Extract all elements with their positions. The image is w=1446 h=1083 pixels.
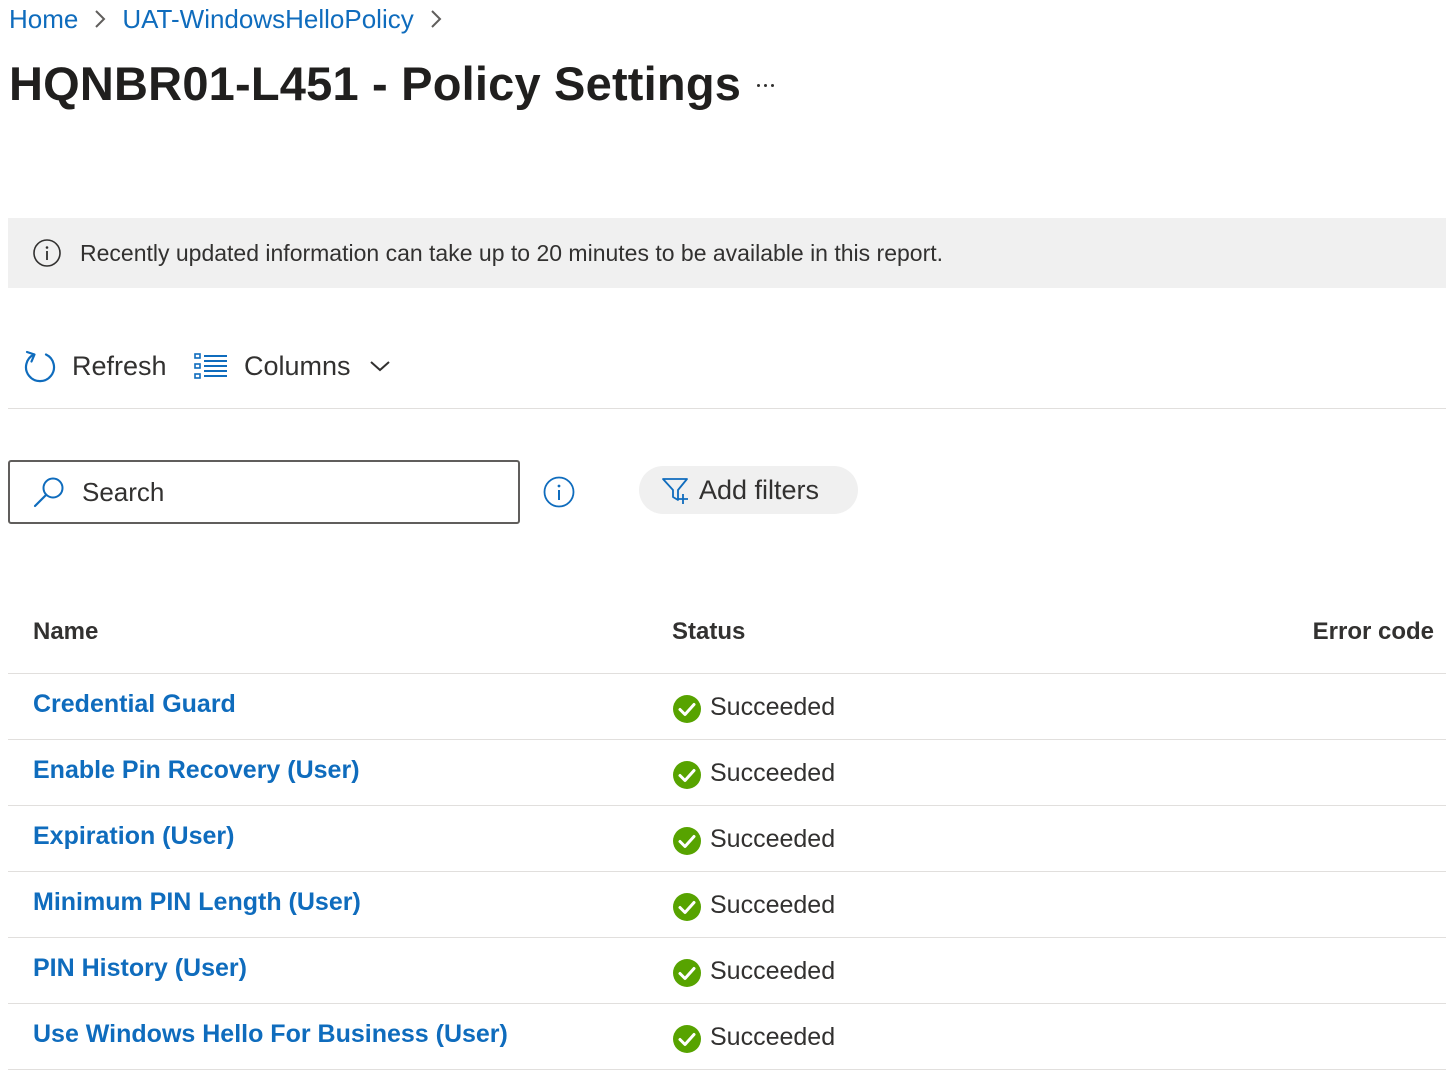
status-text: Succeeded bbox=[710, 890, 836, 919]
filter-add-icon bbox=[662, 478, 688, 504]
columns-label: Columns bbox=[244, 350, 351, 381]
chevron-right-icon bbox=[78, 8, 122, 30]
search-icon bbox=[33, 477, 64, 508]
column-header-name[interactable]: Name bbox=[33, 618, 98, 646]
breadcrumb-policy[interactable]: UAT-WindowsHelloPolicy bbox=[122, 4, 413, 35]
table-row[interactable]: Enable Pin Recovery (User) Succeeded bbox=[8, 740, 1446, 806]
status-cell: Succeeded bbox=[672, 954, 835, 988]
setting-name-link[interactable]: Minimum PIN Length (User) bbox=[33, 888, 361, 917]
refresh-button[interactable]: Refresh bbox=[22, 344, 167, 388]
success-check-icon bbox=[673, 959, 701, 987]
chevron-right-icon bbox=[414, 8, 458, 30]
column-header-status[interactable]: Status bbox=[672, 618, 745, 646]
setting-name-link[interactable]: Expiration (User) bbox=[33, 822, 234, 851]
status-cell: Succeeded bbox=[672, 822, 835, 856]
success-check-icon bbox=[673, 827, 701, 855]
info-banner: Recently updated information can take up… bbox=[8, 218, 1446, 288]
setting-name-link[interactable]: Use Windows Hello For Business (User) bbox=[33, 1020, 508, 1049]
refresh-icon bbox=[24, 350, 56, 383]
column-header-error-code[interactable]: Error code bbox=[1313, 618, 1434, 646]
status-text: Succeeded bbox=[710, 1022, 836, 1051]
breadcrumb-home[interactable]: Home bbox=[9, 4, 78, 35]
page-title: HQNBR01-L451 - Policy Settings bbox=[9, 57, 742, 110]
columns-button[interactable]: Columns bbox=[194, 344, 391, 388]
info-icon bbox=[33, 239, 61, 267]
status-cell: Succeeded bbox=[672, 756, 835, 790]
search-box[interactable] bbox=[8, 460, 520, 524]
table-header: Name Status Error code bbox=[8, 590, 1446, 674]
policy-settings-table: Name Status Error code Credential Guard S… bbox=[8, 590, 1446, 1070]
setting-name-link[interactable]: Credential Guard bbox=[33, 690, 236, 719]
search-input[interactable] bbox=[82, 476, 482, 508]
success-check-icon bbox=[673, 695, 701, 723]
table-row[interactable]: Minimum PIN Length (User) Succeeded bbox=[8, 872, 1446, 938]
refresh-label: Refresh bbox=[72, 350, 167, 381]
table-row[interactable]: Credential Guard Succeeded bbox=[8, 674, 1446, 740]
command-bar: Refresh Columns bbox=[8, 330, 1446, 409]
info-banner-text: Recently updated information can take up… bbox=[80, 239, 944, 266]
status-text: Succeeded bbox=[710, 956, 836, 985]
add-filters-button[interactable]: Add filters bbox=[639, 466, 858, 514]
more-icon bbox=[756, 83, 760, 87]
status-text: Succeeded bbox=[710, 758, 836, 787]
status-text: Succeeded bbox=[710, 824, 836, 853]
table-row[interactable]: Expiration (User) Succeeded bbox=[8, 806, 1446, 872]
search-info-icon[interactable] bbox=[542, 475, 576, 509]
success-check-icon bbox=[673, 893, 701, 921]
columns-list-icon bbox=[194, 353, 227, 379]
success-check-icon bbox=[673, 1025, 701, 1053]
status-cell: Succeeded bbox=[672, 1020, 835, 1054]
status-cell: Succeeded bbox=[672, 690, 835, 724]
setting-name-link[interactable]: Enable Pin Recovery (User) bbox=[33, 756, 360, 785]
more-options-button[interactable] bbox=[748, 70, 782, 100]
status-cell: Succeeded bbox=[672, 888, 835, 922]
breadcrumb: Home UAT-WindowsHelloPolicy bbox=[9, 2, 458, 36]
table-row[interactable]: PIN History (User) Succeeded bbox=[8, 938, 1446, 1004]
table-row[interactable]: Use Windows Hello For Business (User) Suc… bbox=[8, 1004, 1446, 1070]
chevron-down-icon bbox=[369, 361, 390, 372]
success-check-icon bbox=[673, 761, 701, 789]
add-filters-label: Add filters bbox=[699, 474, 820, 505]
setting-name-link[interactable]: PIN History (User) bbox=[33, 954, 247, 983]
status-text: Succeeded bbox=[710, 692, 836, 721]
